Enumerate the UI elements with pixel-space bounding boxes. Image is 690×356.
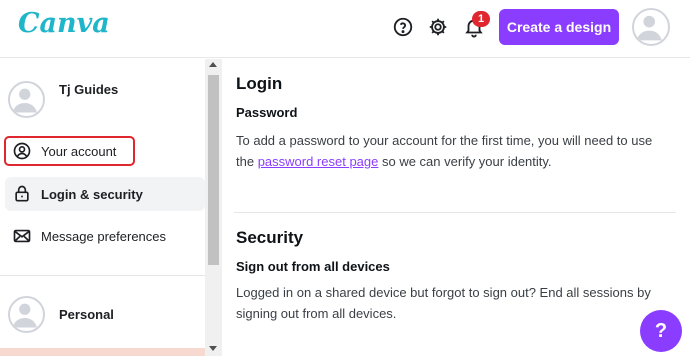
help-button[interactable]: ? (640, 310, 682, 352)
sidebar-banner (0, 348, 205, 356)
sign-out-description: Logged in on a shared device but forgot … (236, 285, 651, 321)
section-divider (234, 212, 676, 213)
settings-sidebar: Tj Guides Your account Login & security (0, 59, 222, 356)
login-heading: Login (236, 74, 283, 93)
team-name[interactable]: Personal (59, 307, 114, 322)
sidebar-item-message-preferences[interactable]: Message preferences (5, 219, 205, 253)
sidebar-user-name: Tj Guides (59, 82, 119, 97)
user-circle-icon (11, 140, 33, 162)
sidebar-divider (0, 275, 205, 276)
scroll-up-arrow-icon[interactable] (209, 62, 217, 67)
sign-out-subheading: Sign out from all devices (236, 259, 390, 274)
sidebar-item-label: Your account (41, 143, 117, 159)
sidebar-scrollbar[interactable] (205, 59, 222, 356)
password-reset-link[interactable]: password reset page (258, 154, 379, 169)
team-avatar (8, 296, 45, 333)
envelope-icon (11, 225, 33, 247)
password-description: To add a password to your account for th… (236, 130, 666, 172)
sidebar-item-label: Login & security (41, 186, 143, 202)
security-heading: Security (236, 228, 304, 247)
canva-logo[interactable]: Canva (18, 8, 110, 39)
scroll-thumb[interactable] (208, 75, 219, 265)
sidebar-item-label: Message preferences (41, 228, 167, 244)
create-design-button[interactable]: Create a design (499, 9, 619, 45)
notification-badge: 1 (472, 11, 490, 27)
description-text: so we can verify your identity. (378, 154, 552, 169)
top-header: Canva 1 Create a design (0, 0, 690, 58)
sidebar-item-login-security[interactable]: Login & security (5, 177, 205, 211)
sidebar-item-your-account[interactable]: Your account (5, 134, 205, 168)
user-avatar[interactable] (632, 8, 670, 46)
gear-icon[interactable] (425, 14, 451, 40)
help-circle-icon[interactable] (390, 14, 416, 40)
password-subheading: Password (236, 105, 298, 120)
sidebar-user-avatar (8, 81, 45, 118)
scroll-down-arrow-icon[interactable] (209, 346, 217, 351)
lock-icon (11, 183, 33, 205)
